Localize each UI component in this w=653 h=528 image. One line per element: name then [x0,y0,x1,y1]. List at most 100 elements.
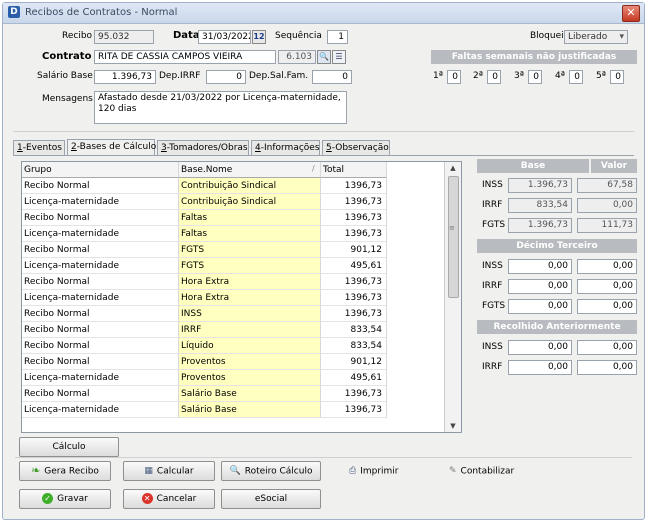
gravar-button[interactable]: ✓ Gravar [19,489,111,509]
col-base-nome[interactable]: Base.Nome [179,162,321,178]
table-row[interactable]: Recibo Normal INSS 1396,73 [22,306,444,322]
table-row[interactable]: Recibo Normal Salário Base 1396,73 [22,386,444,402]
total-cell: 901,12 [321,354,387,370]
sequencia-label: Sequência [275,31,322,41]
list-icon[interactable]: ☰ [332,50,346,64]
gera-recibo-button[interactable]: ❧ Gera Recibo [19,461,111,481]
scroll-down-icon[interactable]: ▼ [445,422,461,430]
tab-eventos[interactable]: 1-Eventos [13,140,65,155]
bloqueio-select[interactable]: Liberado ▾ [564,30,628,44]
decimo-header: Décimo Terceiro [477,239,637,253]
grupo-cell: Recibo Normal [22,242,179,258]
dep-irrf-field[interactable]: 0 [206,70,246,84]
col-total[interactable]: Total [321,162,387,178]
scroll-up-icon[interactable]: ▲ [445,164,461,172]
falta-week-label: 3ª [514,71,524,81]
main-row-label: FGTS [482,220,506,230]
contabilizar-button[interactable]: ✎ Contabilizar [449,462,514,480]
main-valor-field[interactable]: 111,73 [577,218,637,233]
tab-tomadores-obras[interactable]: 3-Tomadores/Obras [157,140,249,155]
contrato-name-field[interactable]: RITA DE CASSIA CAMPOS VIEIRA [94,50,276,64]
tab-bases-calculo[interactable]: 2-Bases de Cálculo [67,139,156,156]
grupo-cell: Recibo Normal [22,274,179,290]
table-row[interactable]: Recibo Normal IRRF 833,54 [22,322,444,338]
table-row[interactable]: Licença-maternidade Faltas 1396,73 [22,226,444,242]
col-grupo[interactable]: Grupo [22,162,179,178]
recolhido-base-field[interactable]: 0,00 [508,340,572,355]
main-valor-field[interactable]: 67,58 [577,178,637,193]
table-row[interactable]: Licença-maternidade Hora Extra 1396,73 [22,290,444,306]
base-nome-cell: Proventos [179,354,321,370]
recolhido-valor-field[interactable]: 0,00 [577,340,637,355]
decimo-valor-field[interactable]: 0,00 [577,299,637,314]
base-nome-cell: INSS [179,306,321,322]
close-button[interactable]: ✕ [622,5,640,22]
table-row[interactable]: Recibo Normal Proventos 901,12 [22,354,444,370]
base-nome-cell: FGTS [179,242,321,258]
grupo-cell: Licença-maternidade [22,194,179,210]
grid-header: Grupo Base.Nome / Total [22,162,444,178]
title-bar: D Recibos de Contratos - Normal ✕ [3,3,644,24]
base-nome-cell: FGTS [179,258,321,274]
main-base-field[interactable]: 1.396,73 [508,218,572,233]
decimo-base-field[interactable]: 0,00 [508,299,572,314]
main-valor-field[interactable]: 0,00 [577,198,637,213]
table-row[interactable]: Recibo Normal Contribuição Sindical 1396,7… [22,178,444,194]
table-row[interactable]: Recibo Normal Faltas 1396,73 [22,210,444,226]
decimo-valor-field[interactable]: 0,00 [577,279,637,294]
recibo-field[interactable]: 95.032 [94,30,154,44]
falta-week-field[interactable]: 0 [487,70,501,84]
separator-2 [15,457,632,458]
table-row[interactable]: Recibo Normal FGTS 901,12 [22,242,444,258]
data-field[interactable]: 31/03/2022 [198,30,251,44]
recolhido-valor-field[interactable]: 0,00 [577,360,637,375]
sequencia-field[interactable]: 1 [327,30,348,44]
sort-icon: / [312,164,315,173]
falta-week-field[interactable]: 0 [447,70,461,84]
recolhido-base-field[interactable]: 0,00 [508,360,572,375]
table-row[interactable]: Licença-maternidade Salário Base 1396,73 [22,402,444,418]
tab-observacao[interactable]: 5-Observação [322,140,390,155]
grupo-cell: Licença-maternidade [22,258,179,274]
table-row[interactable]: Recibo Normal Hora Extra 1396,73 [22,274,444,290]
total-cell: 1396,73 [321,386,387,402]
bases-grid[interactable]: Grupo Base.Nome / Total Recibo Normal Con… [21,161,462,433]
falta-week-field[interactable]: 0 [610,70,624,84]
main-base-field[interactable]: 833,54 [508,198,572,213]
contrato-code-field[interactable]: 6.103 [278,50,316,64]
salario-field[interactable]: 1.396,73 [94,70,156,84]
table-row[interactable]: Licença-maternidade Contribuição Sindical… [22,194,444,210]
grid-scrollbar[interactable]: ▲ ≡ ▼ [444,162,461,432]
base-nome-cell: Hora Extra [179,274,321,290]
imprimir-button[interactable]: ⎙ Imprimir [349,462,399,480]
leaf-icon: ❧ [31,464,41,477]
falta-week-field[interactable]: 0 [528,70,542,84]
base-nome-cell: Hora Extra [179,290,321,306]
esocial-button[interactable]: eSocial [221,489,321,509]
cancelar-button[interactable]: ✕ Cancelar [123,489,215,509]
recibos-window: D Recibos de Contratos - Normal ✕ Recibo… [2,2,645,520]
decimo-base-field[interactable]: 0,00 [508,259,572,274]
separator [13,131,634,132]
decimo-base-field[interactable]: 0,00 [508,279,572,294]
mensagens-field[interactable]: Afastado desde 21/03/2022 por Licença-ma… [94,91,347,124]
calculo-button[interactable]: Cálculo [19,437,119,457]
table-row[interactable]: Licença-maternidade FGTS 495,61 [22,258,444,274]
contrato-label: Contrato [42,51,92,62]
tab-informacoes[interactable]: 4-Informações [251,140,320,155]
base-nome-cell: Proventos [179,370,321,386]
calendar-icon[interactable]: 12 [252,30,266,44]
main-base-field[interactable]: 1.396,73 [508,178,572,193]
main-row-label: IRRF [482,200,503,210]
dep-salfam-field[interactable]: 0 [312,70,352,84]
search-icon[interactable]: 🔍 [317,50,331,64]
calcular-button[interactable]: ▦ Calcular [123,461,215,481]
scroll-thumb[interactable] [448,176,459,298]
decimo-valor-field[interactable]: 0,00 [577,259,637,274]
table-row[interactable]: Recibo Normal Líquido 833,54 [22,338,444,354]
total-cell: 1396,73 [321,178,387,194]
roteiro-calculo-button[interactable]: 🔍 Roteiro Cálculo [221,461,321,481]
table-row[interactable]: Licença-maternidade Proventos 495,61 [22,370,444,386]
falta-week-field[interactable]: 0 [569,70,583,84]
cancel-icon: ✕ [141,493,153,504]
